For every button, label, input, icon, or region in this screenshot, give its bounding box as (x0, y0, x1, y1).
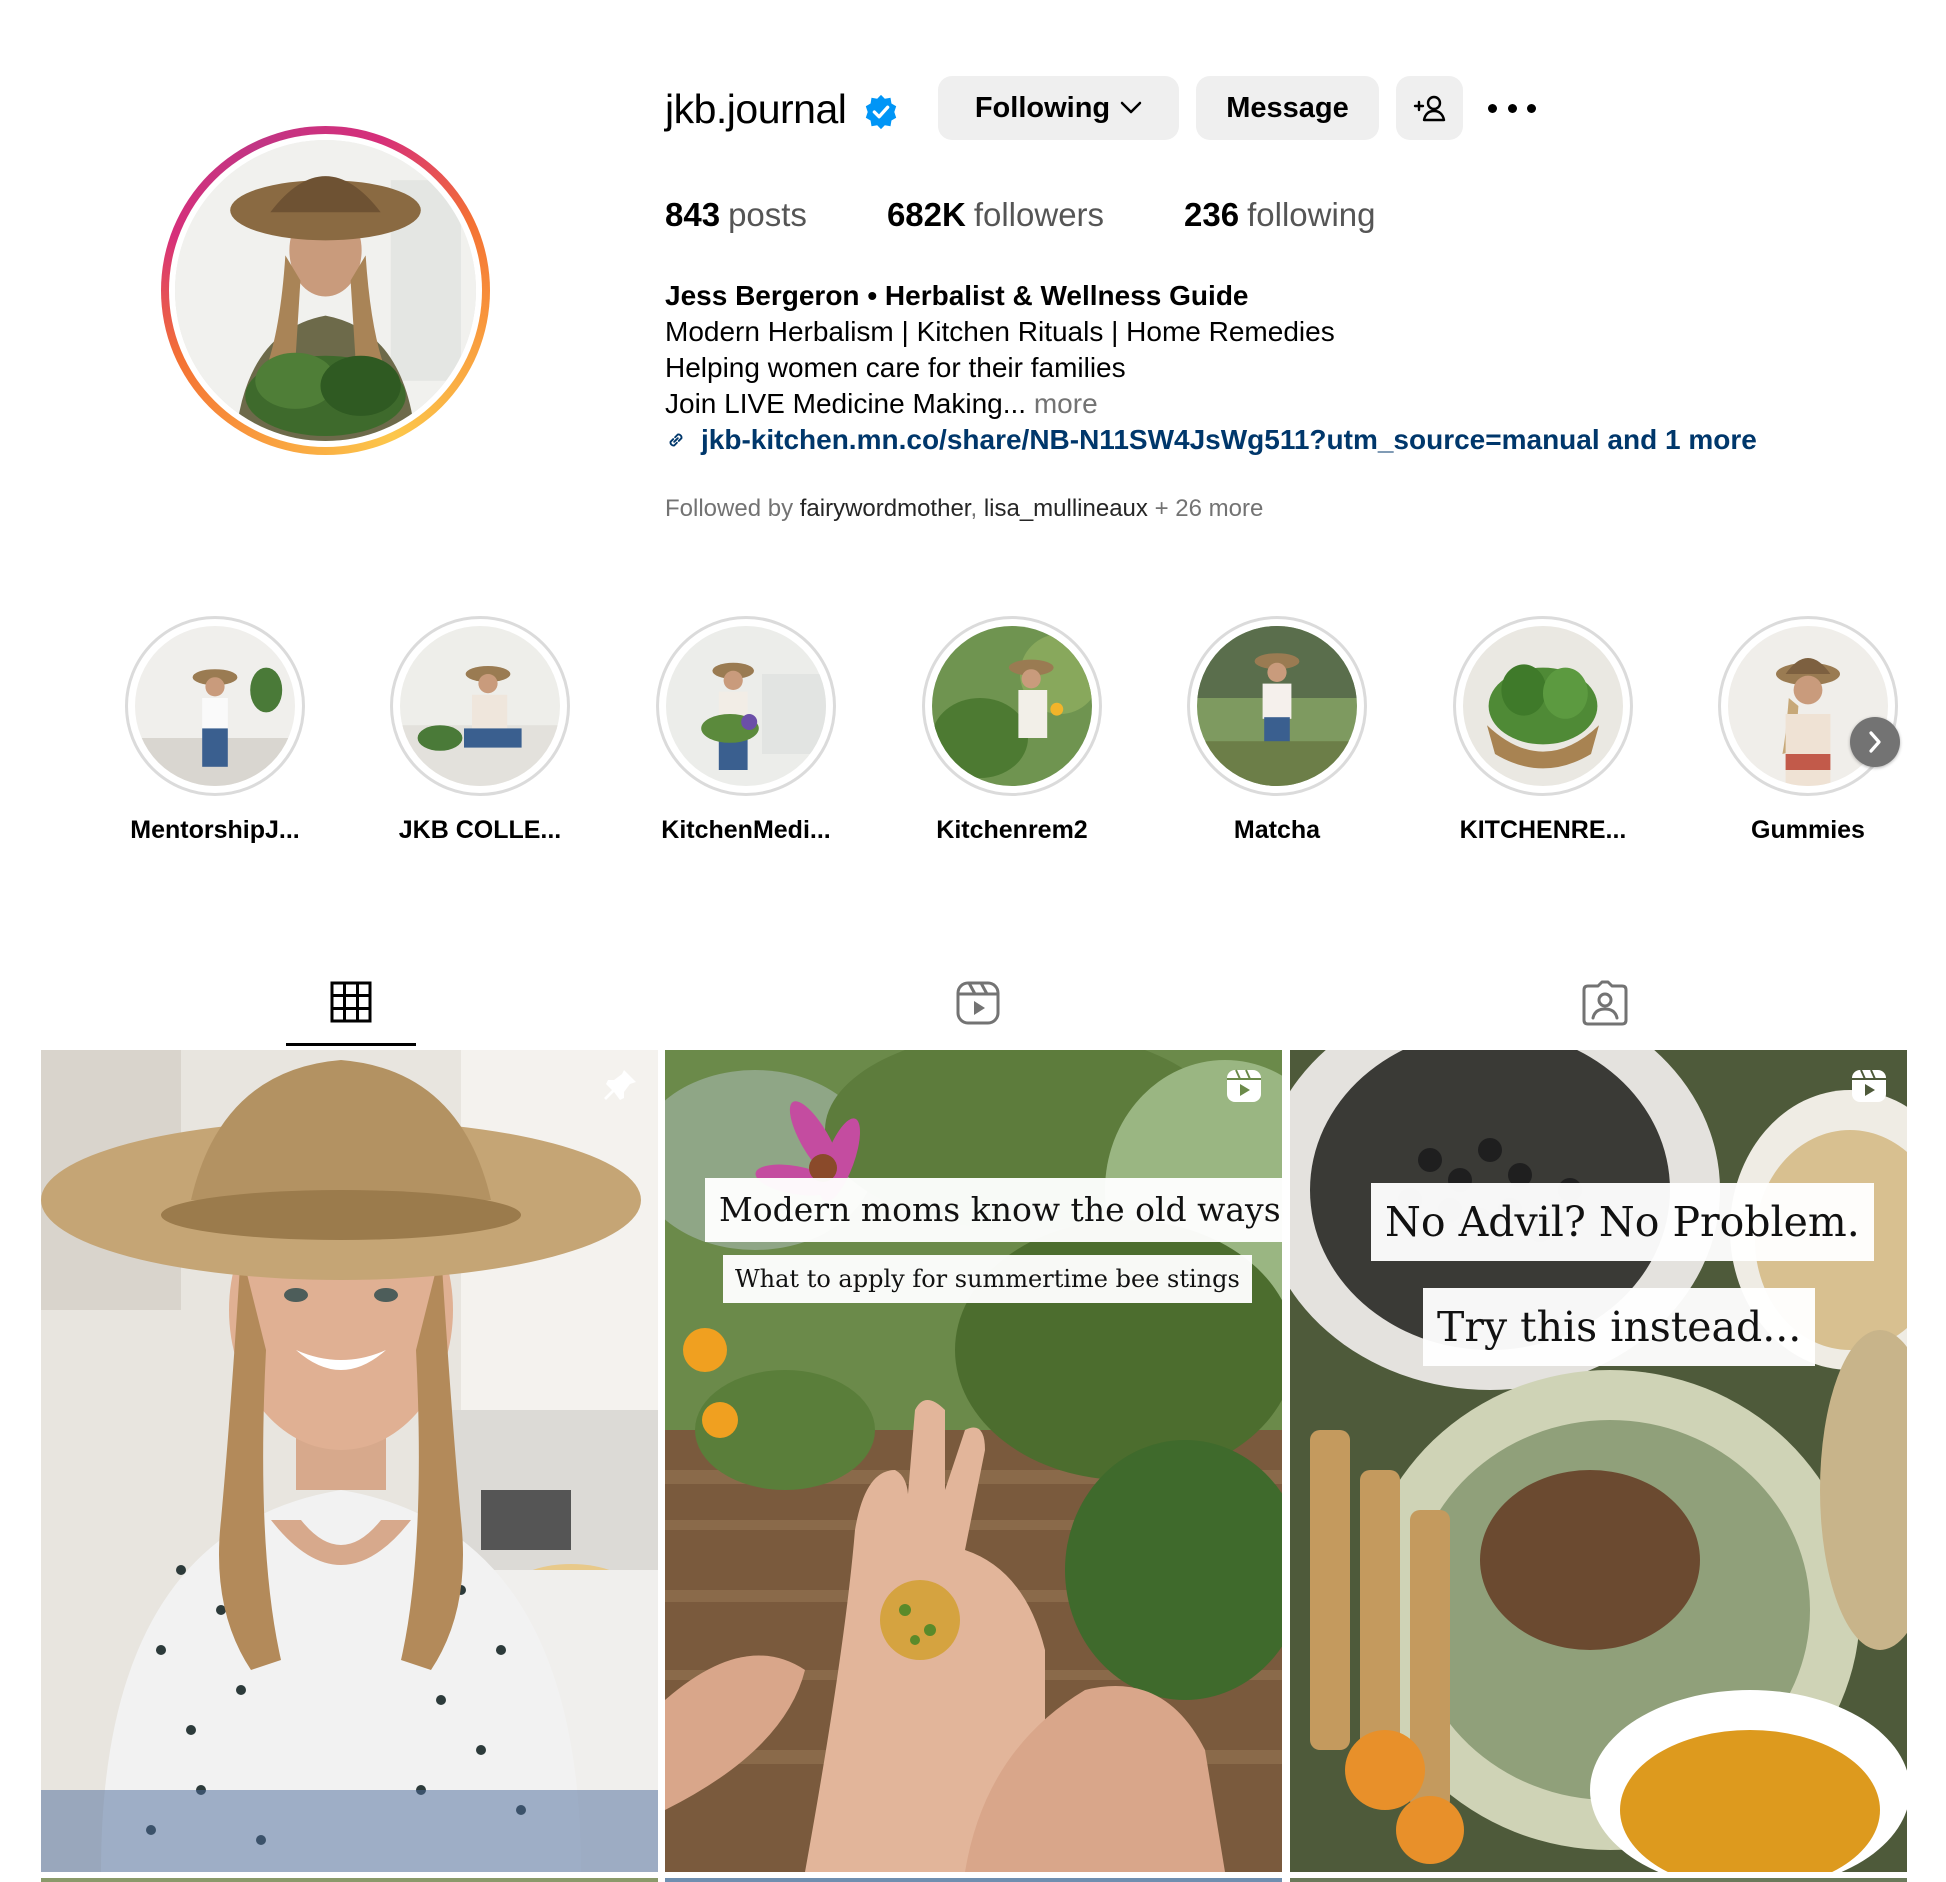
bio-full-name: Jess Bergeron • Herbalist & Wellness Gui… (665, 280, 1249, 311)
highlight-label: MentorshipJ... (130, 816, 300, 844)
tagged-icon (1582, 980, 1628, 1026)
profile-avatar-border (169, 134, 482, 447)
highlight-ring (390, 616, 570, 796)
stat-posts-label: posts (728, 196, 807, 233)
post-tile-partial[interactable] (665, 1878, 1282, 1882)
highlight-item[interactable]: JKB COLLE... (390, 616, 570, 844)
highlight-ring (125, 616, 305, 796)
highlight-item[interactable]: Gummies (1718, 616, 1898, 844)
followed-by-prefix: Followed by (665, 495, 794, 522)
highlight-item[interactable]: Matcha (1187, 616, 1367, 844)
highlight-item[interactable]: MentorshipJ... (125, 616, 305, 844)
highlight-ring (922, 616, 1102, 796)
post-tile[interactable] (41, 1050, 658, 1872)
highlight-label: KitchenMedi... (661, 816, 831, 844)
post-caption: Modern moms know the old ways (705, 1178, 1282, 1242)
post-tile[interactable]: No Advil? No Problem. Try this instead..… (1290, 1050, 1907, 1872)
highlight-cover (1463, 626, 1623, 786)
post-caption: What to apply for summertime bee stings (723, 1255, 1252, 1303)
post-image (41, 1050, 658, 1872)
stat-followers-label: followers (973, 196, 1105, 233)
followed-by-user[interactable]: fairywordmother (800, 495, 971, 522)
bio-line: Helping women care for their families (665, 352, 1126, 383)
profile-stats: 843 posts 682K followers 236 following (665, 196, 1456, 234)
post-tile-partial[interactable] (1290, 1878, 1907, 1882)
highlight-item[interactable]: KITCHENRE... (1453, 616, 1633, 844)
reel-icon (1852, 1069, 1886, 1102)
highlight-label: JKB COLLE... (398, 816, 562, 844)
stat-following[interactable]: 236 following (1184, 196, 1375, 234)
highlight-cover (400, 626, 560, 786)
followed-by-user[interactable]: lisa_mullineaux (984, 495, 1148, 522)
add-person-icon (1413, 95, 1445, 122)
following-button-label: Following (974, 91, 1111, 124)
highlight-cover (666, 626, 826, 786)
story-highlights: MentorshipJ... JKB COLLE... KitchenMedi.… (0, 616, 1946, 856)
post-tile[interactable]: Modern moms know the old ways What to ap… (665, 1050, 1282, 1872)
highlight-ring (656, 616, 836, 796)
reel-icon (1227, 1069, 1261, 1102)
pin-icon (604, 1070, 636, 1100)
message-button-label: Message (1226, 91, 1349, 124)
highlight-ring (1718, 616, 1898, 796)
reels-icon (956, 981, 1000, 1025)
profile-avatar-ring[interactable] (161, 126, 490, 455)
profile-tabs (0, 970, 1946, 1050)
post-caption: No Advil? No Problem. (1371, 1183, 1874, 1261)
post-image (665, 1050, 1282, 1872)
highlight-ring (1187, 616, 1367, 796)
post-caption: Try this instead... (1423, 1288, 1816, 1366)
highlights-next-button[interactable] (1850, 717, 1900, 767)
highlight-cover (1197, 626, 1357, 786)
stat-posts-value: 843 (665, 196, 721, 233)
bio-more-link[interactable]: more (1034, 388, 1098, 419)
stat-posts: 843 posts (665, 196, 807, 234)
highlight-label: KITCHENRE... (1459, 816, 1627, 844)
dot (1507, 103, 1517, 113)
dot (1488, 103, 1497, 113)
followed-by-more: + 26 more (1154, 495, 1264, 522)
highlight-cover (932, 626, 1092, 786)
stat-followers[interactable]: 682K followers (887, 196, 1104, 234)
verified-badge-icon (866, 94, 897, 130)
chevron-right-icon (1869, 731, 1881, 753)
profile-bio: Jess Bergeron • Herbalist & Wellness Gui… (665, 278, 1757, 458)
bio-website-link[interactable]: jkb-kitchen.mn.co/share/NB-N11SW4JsWg511… (665, 422, 1757, 458)
chevron-down-icon (1120, 101, 1142, 114)
post-image (1290, 1050, 1907, 1872)
bio-truncated-line: Join LIVE Medicine Making... more (665, 386, 1757, 422)
highlight-item[interactable]: KitchenMedi... (656, 616, 836, 844)
stat-following-value: 236 (1184, 196, 1240, 233)
active-tab-indicator (286, 1043, 416, 1046)
followed-by-separator: , (970, 495, 978, 522)
bio-website-text: jkb-kitchen.mn.co/share/NB-N11SW4JsWg511… (701, 424, 1757, 455)
followed-by[interactable]: Followed by fairywordmother, lisa_mullin… (665, 495, 1263, 523)
profile-avatar[interactable] (175, 140, 476, 441)
bio-line: Join LIVE Medicine Making... (665, 388, 1027, 419)
bio-line: Modern Herbalism | Kitchen Rituals | Hom… (665, 316, 1335, 347)
post-tile-partial[interactable] (41, 1878, 658, 1882)
highlight-label: Kitchenrem2 (936, 816, 1088, 844)
dot (1527, 103, 1536, 113)
suggest-people-button[interactable] (1396, 76, 1463, 140)
username-row: jkb.journal (665, 76, 900, 142)
highlight-label: Gummies (1751, 816, 1865, 844)
highlight-item[interactable]: Kitchenrem2 (922, 616, 1102, 844)
profile-avatar-photo (175, 140, 476, 441)
stat-following-label: following (1247, 196, 1376, 233)
following-button[interactable]: Following (938, 76, 1179, 140)
message-button[interactable]: Message (1196, 76, 1379, 140)
more-options-icon[interactable] (1488, 92, 1536, 124)
link-icon (669, 433, 683, 447)
tab-tagged[interactable] (1540, 970, 1670, 1050)
grid-icon (330, 981, 372, 1023)
tab-posts[interactable] (286, 970, 416, 1050)
tab-reels[interactable] (913, 970, 1043, 1050)
stat-followers-value: 682K (886, 196, 966, 233)
highlight-cover (135, 626, 295, 786)
username: jkb.journal (665, 85, 847, 132)
highlight-label: Matcha (1233, 816, 1321, 844)
highlight-ring (1453, 616, 1633, 796)
